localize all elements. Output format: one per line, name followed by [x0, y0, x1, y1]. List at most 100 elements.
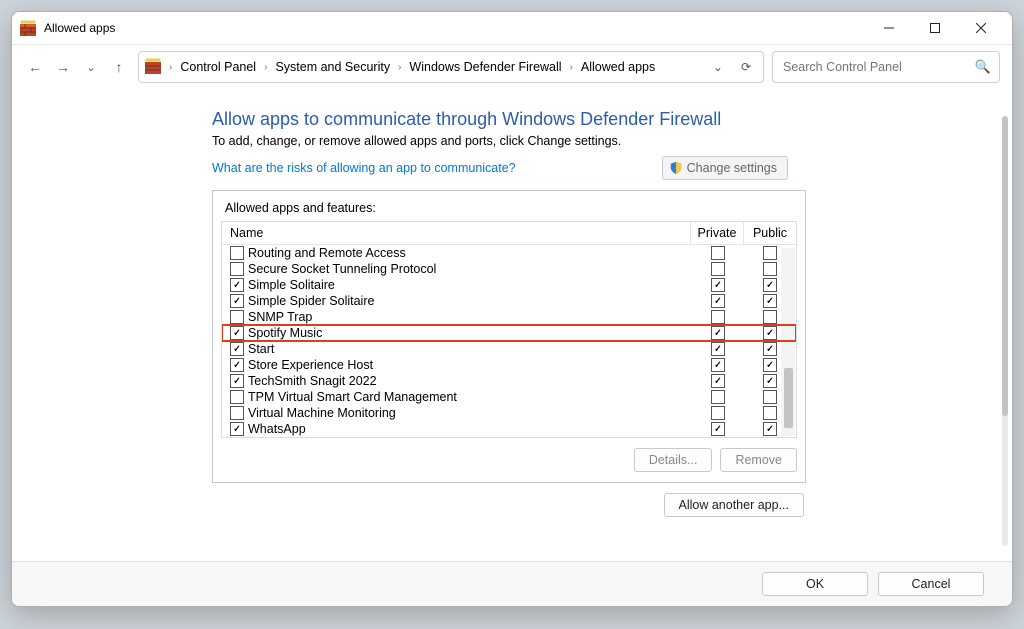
- cancel-button[interactable]: Cancel: [878, 572, 984, 596]
- app-enabled-checkbox[interactable]: [230, 294, 244, 308]
- private-checkbox[interactable]: [711, 390, 725, 404]
- app-enabled-checkbox[interactable]: [230, 374, 244, 388]
- app-row[interactable]: Store Experience Host: [222, 357, 796, 373]
- address-bar[interactable]: › Control Panel › System and Security › …: [138, 51, 764, 83]
- app-row[interactable]: SNMP Trap: [222, 309, 796, 325]
- app-name-label: Spotify Music: [248, 326, 322, 340]
- app-enabled-checkbox[interactable]: [230, 406, 244, 420]
- private-checkbox[interactable]: [711, 374, 725, 388]
- page-subline: To add, change, or remove allowed apps a…: [212, 134, 972, 148]
- col-name-header[interactable]: Name: [222, 222, 691, 244]
- breadcrumb-0[interactable]: Control Panel: [180, 60, 256, 74]
- breadcrumb-1[interactable]: System and Security: [275, 60, 390, 74]
- grid-body[interactable]: Routing and Remote AccessSecure Socket T…: [222, 245, 796, 437]
- public-checkbox[interactable]: [763, 390, 777, 404]
- public-checkbox[interactable]: [763, 358, 777, 372]
- recent-dropdown[interactable]: ⌄: [80, 56, 102, 78]
- app-row[interactable]: Secure Socket Tunneling Protocol: [222, 261, 796, 277]
- public-checkbox[interactable]: [763, 422, 777, 436]
- public-checkbox[interactable]: [763, 294, 777, 308]
- ok-button[interactable]: OK: [762, 572, 868, 596]
- allow-another-app-button[interactable]: Allow another app...: [664, 493, 805, 517]
- private-checkbox[interactable]: [711, 406, 725, 420]
- app-enabled-checkbox[interactable]: [230, 422, 244, 436]
- breadcrumb-3[interactable]: Allowed apps: [581, 60, 655, 74]
- app-name-label: Start: [248, 342, 274, 356]
- window-scroll-thumb[interactable]: [1002, 116, 1008, 416]
- remove-button[interactable]: Remove: [720, 448, 797, 472]
- app-enabled-checkbox[interactable]: [230, 278, 244, 292]
- change-settings-button[interactable]: Change settings: [662, 156, 788, 180]
- app-row[interactable]: TechSmith Snagit 2022: [222, 373, 796, 389]
- private-checkbox[interactable]: [711, 342, 725, 356]
- app-enabled-checkbox[interactable]: [230, 326, 244, 340]
- app-row[interactable]: WhatsApp: [222, 421, 796, 437]
- grid-scroll-thumb[interactable]: [784, 368, 793, 428]
- app-row[interactable]: TPM Virtual Smart Card Management: [222, 389, 796, 405]
- app-name-label: TechSmith Snagit 2022: [248, 374, 377, 388]
- address-dropdown[interactable]: ⌄: [707, 60, 729, 74]
- private-checkbox[interactable]: [711, 246, 725, 260]
- app-enabled-checkbox[interactable]: [230, 262, 244, 276]
- grid-scrollbar[interactable]: [781, 248, 795, 436]
- close-button[interactable]: [958, 12, 1004, 44]
- app-row[interactable]: Start: [222, 341, 796, 357]
- firewall-icon: [145, 58, 161, 77]
- search-icon: 🔍: [975, 59, 991, 75]
- app-row[interactable]: Virtual Machine Monitoring: [222, 405, 796, 421]
- navbar: ← → ⌄ ↑ › Control Panel › System and Sec…: [12, 45, 1012, 93]
- up-button[interactable]: ↑: [108, 56, 130, 78]
- grid-header: Name Private Public: [222, 222, 796, 245]
- app-row[interactable]: Simple Solitaire: [222, 277, 796, 293]
- content-area: Allow apps to communicate through Window…: [12, 93, 1012, 563]
- maximize-button[interactable]: [912, 12, 958, 44]
- public-checkbox[interactable]: [763, 374, 777, 388]
- risks-link[interactable]: What are the risks of allowing an app to…: [212, 161, 516, 175]
- app-enabled-checkbox[interactable]: [230, 246, 244, 260]
- app-name-label: TPM Virtual Smart Card Management: [248, 390, 457, 404]
- private-checkbox[interactable]: [711, 278, 725, 292]
- shield-icon: [669, 161, 683, 175]
- refresh-button[interactable]: ⟳: [735, 60, 757, 74]
- app-row[interactable]: Routing and Remote Access: [222, 245, 796, 261]
- window-scrollbar[interactable]: [1002, 116, 1008, 546]
- col-public-header[interactable]: Public: [744, 222, 796, 244]
- dialog-footer: OK Cancel: [12, 561, 1012, 606]
- titlebar: Allowed apps: [12, 12, 1012, 45]
- public-checkbox[interactable]: [763, 342, 777, 356]
- private-checkbox[interactable]: [711, 358, 725, 372]
- private-checkbox[interactable]: [711, 326, 725, 340]
- app-enabled-checkbox[interactable]: [230, 390, 244, 404]
- apps-box-title: Allowed apps and features:: [225, 201, 797, 215]
- app-enabled-checkbox[interactable]: [230, 358, 244, 372]
- minimize-button[interactable]: [866, 12, 912, 44]
- private-checkbox[interactable]: [711, 310, 725, 324]
- private-checkbox[interactable]: [711, 262, 725, 276]
- window-title: Allowed apps: [44, 21, 866, 35]
- public-checkbox[interactable]: [763, 246, 777, 260]
- app-name-label: Secure Socket Tunneling Protocol: [248, 262, 436, 276]
- chevron-right-icon: ›: [167, 62, 174, 73]
- breadcrumb-2[interactable]: Windows Defender Firewall: [409, 60, 561, 74]
- app-enabled-checkbox[interactable]: [230, 310, 244, 324]
- col-private-header[interactable]: Private: [691, 222, 744, 244]
- allowed-apps-box: Allowed apps and features: Name Private …: [212, 190, 806, 483]
- app-row[interactable]: Spotify Music: [222, 325, 796, 341]
- public-checkbox[interactable]: [763, 262, 777, 276]
- back-button[interactable]: ←: [24, 56, 46, 78]
- app-name-label: WhatsApp: [248, 422, 306, 436]
- private-checkbox[interactable]: [711, 294, 725, 308]
- search-input[interactable]: [781, 59, 975, 75]
- public-checkbox[interactable]: [763, 406, 777, 420]
- details-button[interactable]: Details...: [634, 448, 713, 472]
- window-controls: [866, 12, 1004, 44]
- public-checkbox[interactable]: [763, 326, 777, 340]
- search-box[interactable]: 🔍: [772, 51, 1000, 83]
- public-checkbox[interactable]: [763, 278, 777, 292]
- forward-button[interactable]: →: [52, 56, 74, 78]
- private-checkbox[interactable]: [711, 422, 725, 436]
- app-row[interactable]: Simple Spider Solitaire: [222, 293, 796, 309]
- app-name-label: Virtual Machine Monitoring: [248, 406, 396, 420]
- public-checkbox[interactable]: [763, 310, 777, 324]
- app-enabled-checkbox[interactable]: [230, 342, 244, 356]
